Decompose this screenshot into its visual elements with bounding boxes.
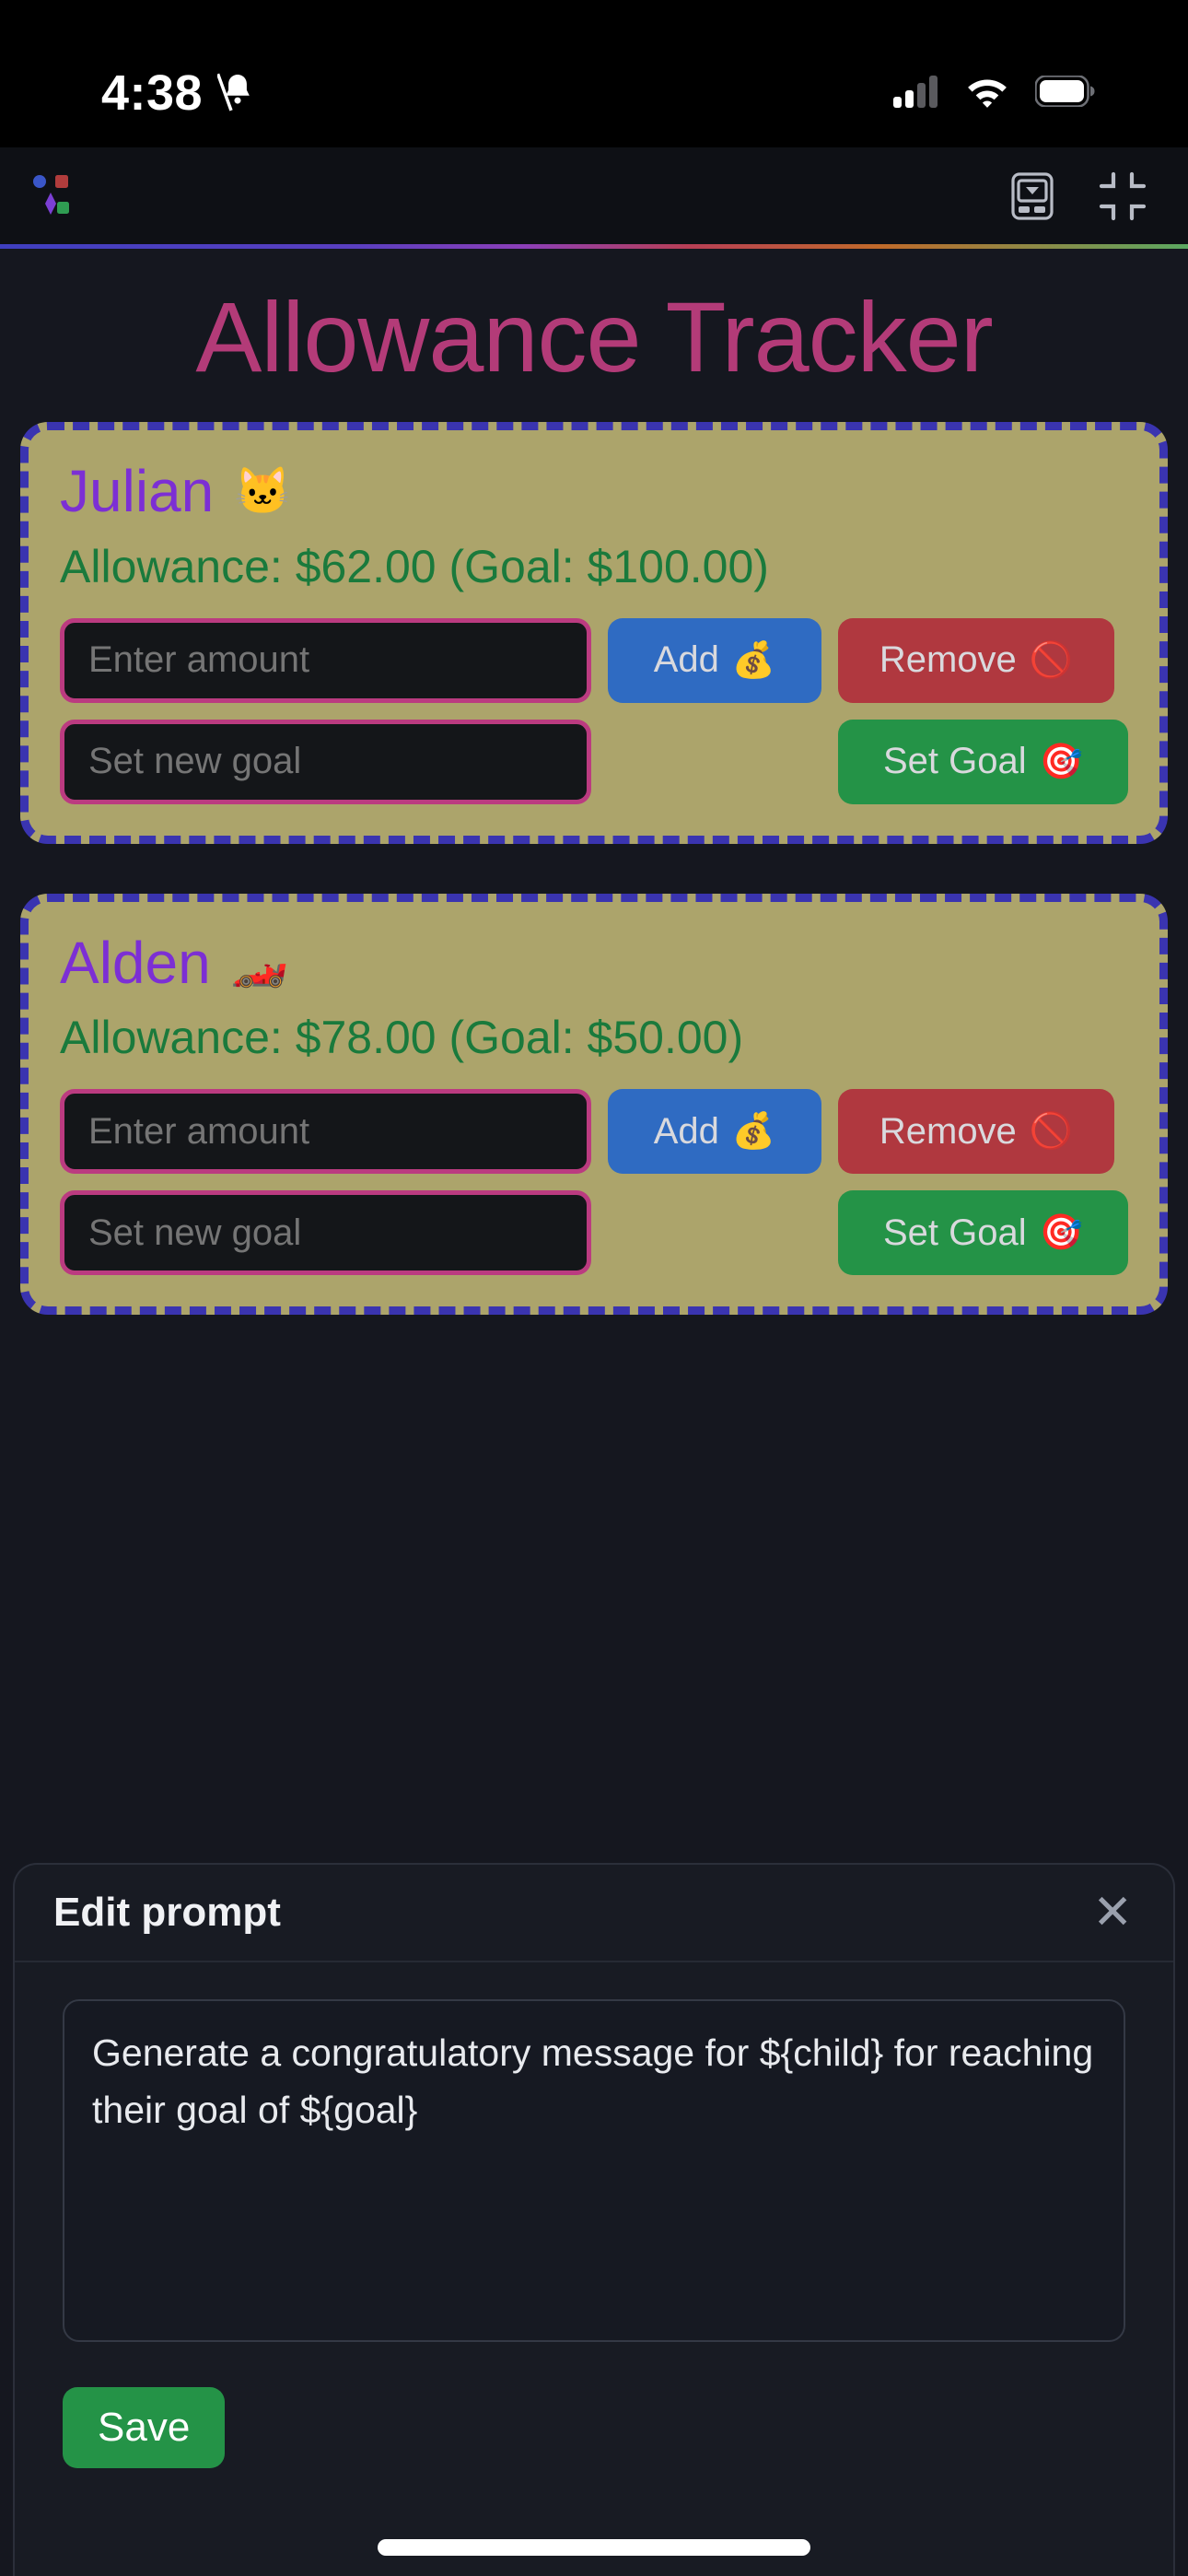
wifi-icon	[963, 74, 1011, 113]
phone-screen: 4:38 Allowance Tracker Julian 🐱 Allowanc…	[0, 0, 1188, 2576]
target-emoji: 🎯	[1039, 742, 1083, 781]
collapse-icon[interactable]	[1096, 170, 1149, 223]
page-title: Allowance Tracker	[195, 281, 993, 392]
cat-face-emoji: 🐱	[234, 465, 292, 518]
status-bar-right	[893, 74, 1096, 113]
money-bag-emoji: 💰	[731, 1112, 776, 1152]
allowance-summary: Allowance: $62.00 (Goal: $100.00)	[60, 540, 769, 592]
cellular-signal-icon	[893, 75, 939, 112]
remove-button-label: Remove	[879, 1110, 1017, 1152]
target-emoji: 🎯	[1039, 1213, 1083, 1253]
battery-full-icon	[1034, 74, 1096, 111]
add-button[interactable]: Add 💰	[608, 1089, 821, 1175]
sheet-header: Edit prompt ✕	[15, 1865, 1173, 1962]
amount-row: Add 💰 Remove 🚫	[60, 1089, 1128, 1175]
add-button-label: Add	[653, 1110, 719, 1152]
status-bar-left: 4:38	[101, 68, 258, 118]
child-name-row: Alden 🏎️	[60, 930, 1128, 998]
add-button-label: Add	[653, 639, 719, 681]
app-bar	[0, 147, 1188, 244]
set-goal-button[interactable]: Set Goal 🎯	[838, 1190, 1128, 1276]
ai-sparkle-logo	[28, 170, 79, 222]
money-bag-emoji: 💰	[731, 640, 776, 680]
child-name-row: Julian 🐱	[60, 458, 1128, 526]
prohibited-emoji: 🚫	[1029, 640, 1074, 680]
child-card: Julian 🐱 Allowance: $62.00 (Goal: $100.0…	[20, 422, 1168, 844]
set-goal-button-label: Set Goal	[883, 1212, 1027, 1253]
amount-input[interactable]	[60, 1089, 591, 1175]
edit-prompt-sheet: Edit prompt ✕ Save	[13, 1863, 1175, 2576]
goal-input[interactable]	[60, 1190, 591, 1276]
bell-slash-icon	[216, 71, 258, 116]
home-indicator[interactable]	[378, 2539, 810, 2556]
status-bar-clock: 4:38	[101, 65, 204, 121]
child-name: Julian	[60, 458, 215, 524]
close-icon[interactable]: ✕	[1092, 1889, 1133, 1937]
app-bar-actions	[1006, 170, 1149, 223]
save-button[interactable]: Save	[63, 2387, 226, 2468]
goal-input[interactable]	[60, 719, 591, 804]
sheet-footer: Save	[15, 2347, 1173, 2468]
add-button[interactable]: Add 💰	[608, 617, 821, 703]
sheet-title: Edit prompt	[53, 1890, 281, 1935]
allowance-summary: Allowance: $78.00 (Goal: $50.00)	[60, 1012, 744, 1064]
remove-button[interactable]: Remove 🚫	[838, 617, 1114, 703]
racing-car-emoji: 🏎️	[230, 936, 288, 989]
status-bar: 4:38	[0, 0, 1188, 147]
remove-button-label: Remove	[879, 639, 1017, 681]
goal-row: Set Goal 🎯	[60, 719, 1128, 804]
amount-input[interactable]	[60, 617, 591, 703]
goal-row: Set Goal 🎯	[60, 1190, 1128, 1276]
set-goal-button[interactable]: Set Goal 🎯	[838, 719, 1128, 804]
sheet-body	[15, 1962, 1173, 2347]
child-card: Alden 🏎️ Allowance: $78.00 (Goal: $50.00…	[20, 893, 1168, 1316]
remove-button[interactable]: Remove 🚫	[838, 1089, 1114, 1175]
child-name: Alden	[60, 929, 211, 996]
keyboard-dismiss-icon[interactable]	[1006, 170, 1059, 223]
set-goal-button-label: Set Goal	[883, 741, 1027, 782]
prohibited-emoji: 🚫	[1029, 1112, 1074, 1152]
main-content: Allowance Tracker Julian 🐱 Allowance: $6…	[0, 249, 1188, 1852]
amount-row: Add 💰 Remove 🚫	[60, 617, 1128, 703]
prompt-textarea[interactable]	[63, 1999, 1125, 2342]
